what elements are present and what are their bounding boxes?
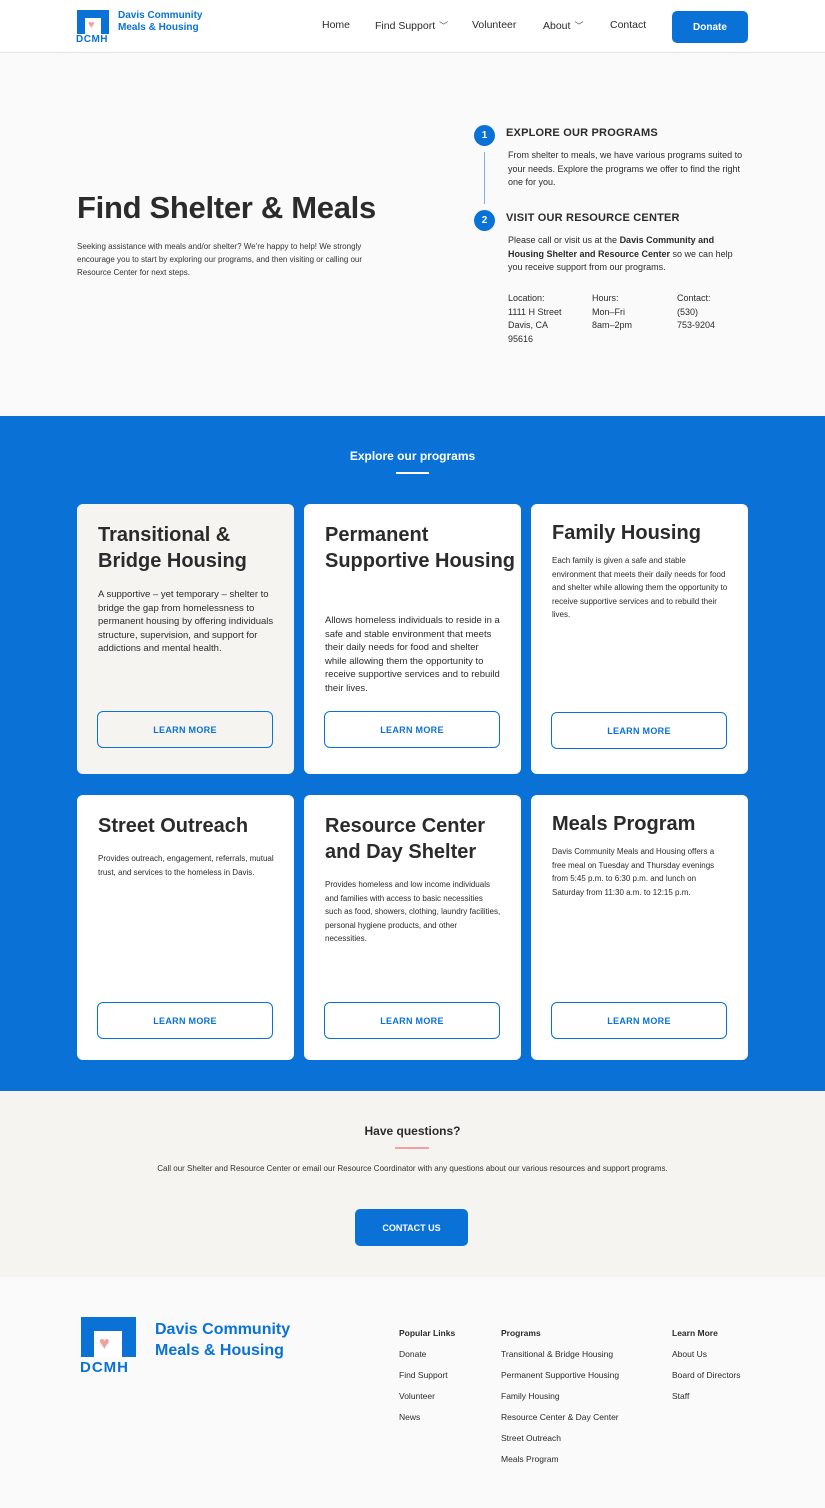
footer-link-staff[interactable]: Staff: [672, 1386, 741, 1407]
footer-link-news[interactable]: News: [399, 1407, 455, 1428]
footer-logo-icon[interactable]: ♥ DCMH: [80, 1317, 136, 1376]
card-text: Provides outreach, engagement, referrals…: [98, 854, 274, 877]
step-connector: [484, 152, 485, 204]
card-text: Davis Community Meals and Housing offers…: [552, 847, 715, 897]
nav-about-label: About: [543, 20, 571, 32]
page-title: Find Shelter & Meals: [77, 190, 376, 225]
learn-more-button[interactable]: LEARN MORE: [551, 1002, 727, 1039]
learn-more-button[interactable]: LEARN MORE: [324, 711, 500, 748]
chevron-down-icon: ﹀: [439, 21, 449, 31]
questions-heading: Have questions?: [364, 1124, 461, 1138]
step-1-number: 1: [474, 125, 495, 146]
footer-learn-more: Learn More About Us Board of Directors S…: [672, 1323, 741, 1407]
location-info: Location: 1111 H Street Davis, CA 95616: [508, 293, 562, 344]
logo-abbr: DCMH: [76, 34, 108, 45]
footer-logo-name[interactable]: Davis Community Meals & Housing: [155, 1319, 295, 1361]
nav-home[interactable]: Home: [322, 19, 350, 31]
card-title: Meals Program: [552, 813, 696, 835]
card-text: Provides homeless and low income individ…: [325, 880, 501, 943]
footer-heading: Popular Links: [399, 1328, 456, 1338]
card-title: Transitional & Bridge Housing: [98, 524, 247, 572]
card-title: Resource Center and Day Shelter: [325, 815, 486, 863]
footer-link-meals[interactable]: Meals Program: [501, 1449, 619, 1470]
chevron-down-icon: ﹀: [574, 21, 584, 31]
footer-link-donate[interactable]: Donate: [399, 1344, 455, 1365]
card-text: Allows homeless individuals to reside in…: [325, 615, 500, 694]
nav-contact[interactable]: Contact: [610, 19, 646, 31]
heading-underline: [396, 472, 429, 474]
program-card-street-outreach: Street Outreach Provides outreach, engag…: [77, 795, 294, 1060]
programs-heading: Explore our programs: [349, 449, 476, 463]
hours-info: Hours: Mon–Fri 8am–2pm: [592, 293, 633, 330]
card-title: Family Housing: [552, 522, 701, 544]
footer-link-permanent[interactable]: Permanent Supportive Housing: [501, 1365, 619, 1386]
logo-icon[interactable]: ♥ DCMH: [76, 10, 109, 45]
learn-more-button[interactable]: LEARN MORE: [551, 712, 727, 749]
footer-link-about[interactable]: About Us: [672, 1344, 741, 1365]
nav-about[interactable]: About ﹀: [543, 19, 583, 32]
footer-link-find-support[interactable]: Find Support: [399, 1365, 455, 1386]
program-card-meals: Meals Program Davis Community Meals and …: [531, 795, 748, 1060]
questions-text: Call our Shelter and Resource Center or …: [157, 1164, 668, 1173]
footer-link-board[interactable]: Board of Directors: [672, 1365, 741, 1386]
heading-underline: [395, 1147, 429, 1149]
learn-more-button[interactable]: LEARN MORE: [97, 1002, 273, 1039]
footer-heading: Learn More: [672, 1328, 718, 1338]
footer-link-volunteer[interactable]: Volunteer: [399, 1386, 455, 1407]
card-title: Street Outreach: [98, 815, 249, 837]
footer-link-transitional[interactable]: Transitional & Bridge Housing: [501, 1344, 619, 1365]
contact-us-button[interactable]: CONTACT US: [355, 1209, 468, 1246]
contact-info: Contact: (530) 753-9204: [677, 293, 716, 330]
program-card-family: Family Housing Each family is given a sa…: [531, 504, 748, 774]
site-header: ♥ DCMH Davis Community Meals & Housing H…: [0, 0, 825, 53]
step-2-title: VISIT OUR RESOURCE CENTER: [506, 212, 680, 224]
step-2-number: 2: [474, 210, 495, 231]
nav-find-support-label: Find Support: [375, 20, 436, 32]
program-card-permanent: Permanent Supportive Housing Allows home…: [304, 504, 521, 774]
step-1-title: EXPLORE OUR PROGRAMS: [506, 127, 658, 139]
logo-name[interactable]: Davis Community Meals & Housing: [118, 10, 208, 34]
nav-volunteer[interactable]: Volunteer: [472, 19, 516, 31]
footer-programs: Programs Transitional & Bridge Housing P…: [501, 1323, 619, 1470]
nav-find-support[interactable]: Find Support ﹀: [375, 19, 448, 32]
donate-button[interactable]: Donate: [672, 11, 748, 43]
footer-link-resource-center[interactable]: Resource Center & Day Center: [501, 1407, 619, 1428]
questions-section: Have questions? Call our Shelter and Res…: [0, 1091, 825, 1277]
site-footer: ♥ DCMH Davis Community Meals & Housing P…: [0, 1277, 825, 1508]
learn-more-button[interactable]: LEARN MORE: [324, 1002, 500, 1039]
footer-link-family[interactable]: Family Housing: [501, 1386, 619, 1407]
program-card-transitional: Transitional & Bridge Housing A supporti…: [77, 504, 294, 774]
programs-section: Explore our programs Transitional & Brid…: [0, 416, 825, 1091]
footer-heading: Programs: [501, 1328, 541, 1338]
footer-logo-abbr: DCMH: [80, 1359, 129, 1376]
footer-link-street-outreach[interactable]: Street Outreach: [501, 1428, 619, 1449]
card-text: Each family is given a safe and stable e…: [552, 556, 728, 619]
step-2-text: Please call or visit us at the Davis Com…: [508, 235, 733, 272]
hero-description: Seeking assistance with meals and/or she…: [77, 242, 363, 277]
card-text: A supportive – yet temporary – shelter t…: [98, 589, 274, 654]
footer-popular-links: Popular Links Donate Find Support Volunt…: [399, 1323, 455, 1428]
card-title: Permanent Supportive Housing: [325, 524, 515, 572]
step-1-text: From shelter to meals, we have various p…: [508, 150, 743, 187]
learn-more-button[interactable]: LEARN MORE: [97, 711, 273, 748]
program-card-resource-center: Resource Center and Day Shelter Provides…: [304, 795, 521, 1060]
